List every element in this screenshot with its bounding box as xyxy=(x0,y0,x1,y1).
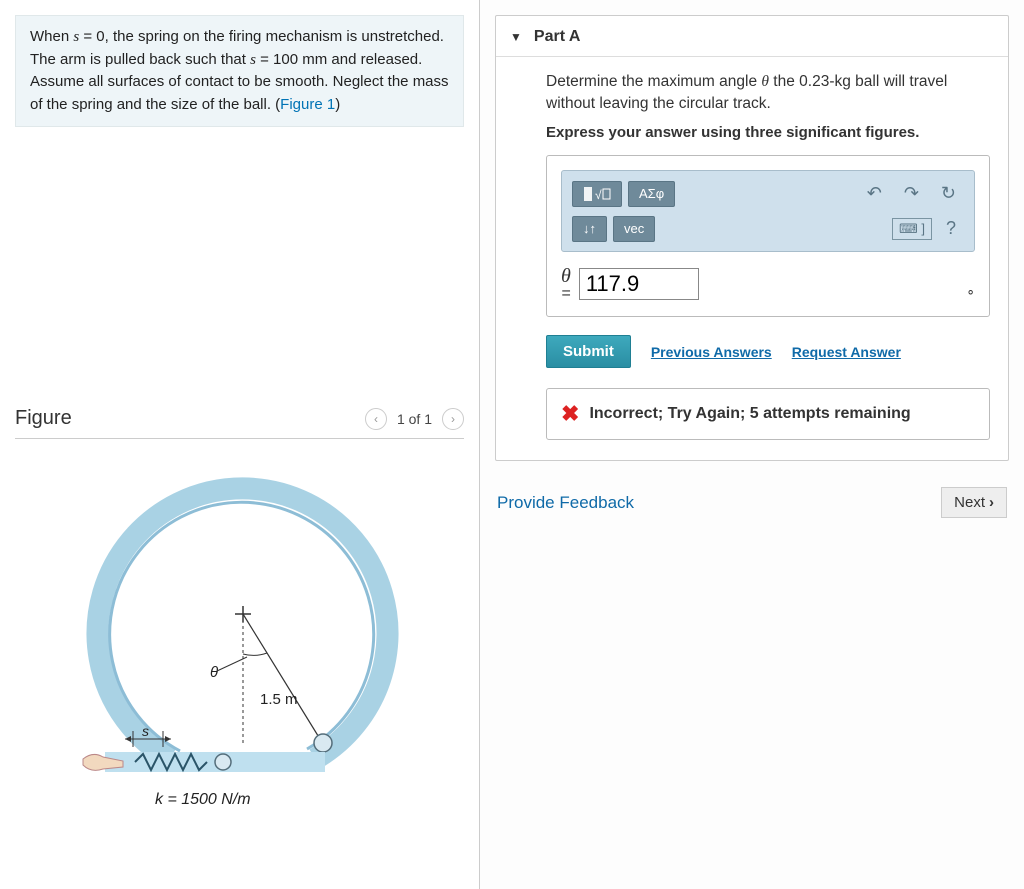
keyboard-button[interactable]: ⌨ ] xyxy=(892,218,932,240)
chevron-right-icon: › xyxy=(989,494,994,511)
problem-statement: When s = 0, the spring on the firing mec… xyxy=(15,15,464,127)
problem-text: When xyxy=(30,28,73,45)
fraction-root-icon: √ xyxy=(583,186,611,202)
feedback-text: Incorrect; Try Again; 5 attempts remaini… xyxy=(589,405,910,423)
part-content: Determine the maximum angle θ the 0.23-k… xyxy=(496,57,1008,440)
math-templates-button[interactable]: √ xyxy=(572,181,622,207)
previous-answers-link[interactable]: Previous Answers xyxy=(651,344,772,360)
next-button[interactable]: Next › xyxy=(941,487,1007,518)
subscript-button[interactable]: ↓↑ xyxy=(572,216,607,242)
equals-sign: = xyxy=(561,286,571,302)
incorrect-icon: ✖ xyxy=(561,401,579,427)
question-fragment: Determine the maximum angle xyxy=(546,73,761,90)
theta-label: θ xyxy=(210,664,218,681)
collapse-caret-icon: ▼ xyxy=(510,30,522,44)
figure-body: θ 1.5 m s k = 1500 N/m xyxy=(15,439,464,819)
left-panel: When s = 0, the spring on the firing mec… xyxy=(0,0,480,889)
undo-button[interactable]: ↶ xyxy=(859,179,890,208)
part-header[interactable]: ▼ Part A xyxy=(496,28,1008,57)
figure-diagram: θ 1.5 m s k = 1500 N/m xyxy=(75,459,415,819)
s-label: s xyxy=(142,723,149,739)
k-label: k = 1500 N/m xyxy=(155,791,251,808)
equation-toolbar: √ ΑΣφ ↶ ↷ ↻ ↓↑ vec ⌨ ] ? xyxy=(561,170,975,252)
part-title: Part A xyxy=(534,28,581,46)
right-panel: ▼ Part A Determine the maximum angle θ t… xyxy=(480,0,1024,889)
figure-pager: ‹ 1 of 1 › xyxy=(365,408,464,430)
feedback-box: ✖ Incorrect; Try Again; 5 attempts remai… xyxy=(546,388,990,440)
redo-button[interactable]: ↷ xyxy=(896,179,927,208)
theta-var: θ xyxy=(761,73,769,90)
provide-feedback-link[interactable]: Provide Feedback xyxy=(497,493,634,513)
answer-instruction: Express your answer using three signific… xyxy=(546,124,990,141)
answer-lhs: θ = xyxy=(561,266,571,302)
figure-heading: Figure xyxy=(15,407,72,430)
request-answer-link[interactable]: Request Answer xyxy=(792,344,901,360)
figure-pager-text: 1 of 1 xyxy=(397,411,432,427)
problem-text: ) xyxy=(335,96,340,113)
next-label: Next xyxy=(954,494,985,511)
answer-input[interactable] xyxy=(579,268,699,300)
answer-actions: Submit Previous Answers Request Answer xyxy=(546,335,990,368)
answer-variable: θ xyxy=(561,266,571,286)
svg-text:√: √ xyxy=(595,188,602,202)
submit-button[interactable]: Submit xyxy=(546,335,631,368)
footer-row: Provide Feedback Next › xyxy=(495,487,1009,518)
figure-link[interactable]: Figure 1 xyxy=(280,96,335,113)
figure-prev-button[interactable]: ‹ xyxy=(365,408,387,430)
greek-symbols-button[interactable]: ΑΣφ xyxy=(628,181,675,207)
degree-unit: ∘ xyxy=(966,283,975,300)
reset-button[interactable]: ↻ xyxy=(933,179,964,208)
radius-label: 1.5 m xyxy=(260,691,298,708)
help-button[interactable]: ? xyxy=(938,214,964,243)
answer-line: θ = xyxy=(561,266,975,302)
answer-area: √ ΑΣφ ↶ ↷ ↻ ↓↑ vec ⌨ ] ? xyxy=(546,155,990,317)
part-box: ▼ Part A Determine the maximum angle θ t… xyxy=(495,15,1009,461)
figure-header: Figure ‹ 1 of 1 › xyxy=(15,407,464,439)
question-text: Determine the maximum angle θ the 0.23-k… xyxy=(546,71,990,114)
figure-next-button[interactable]: › xyxy=(442,408,464,430)
vector-button[interactable]: vec xyxy=(613,216,655,242)
